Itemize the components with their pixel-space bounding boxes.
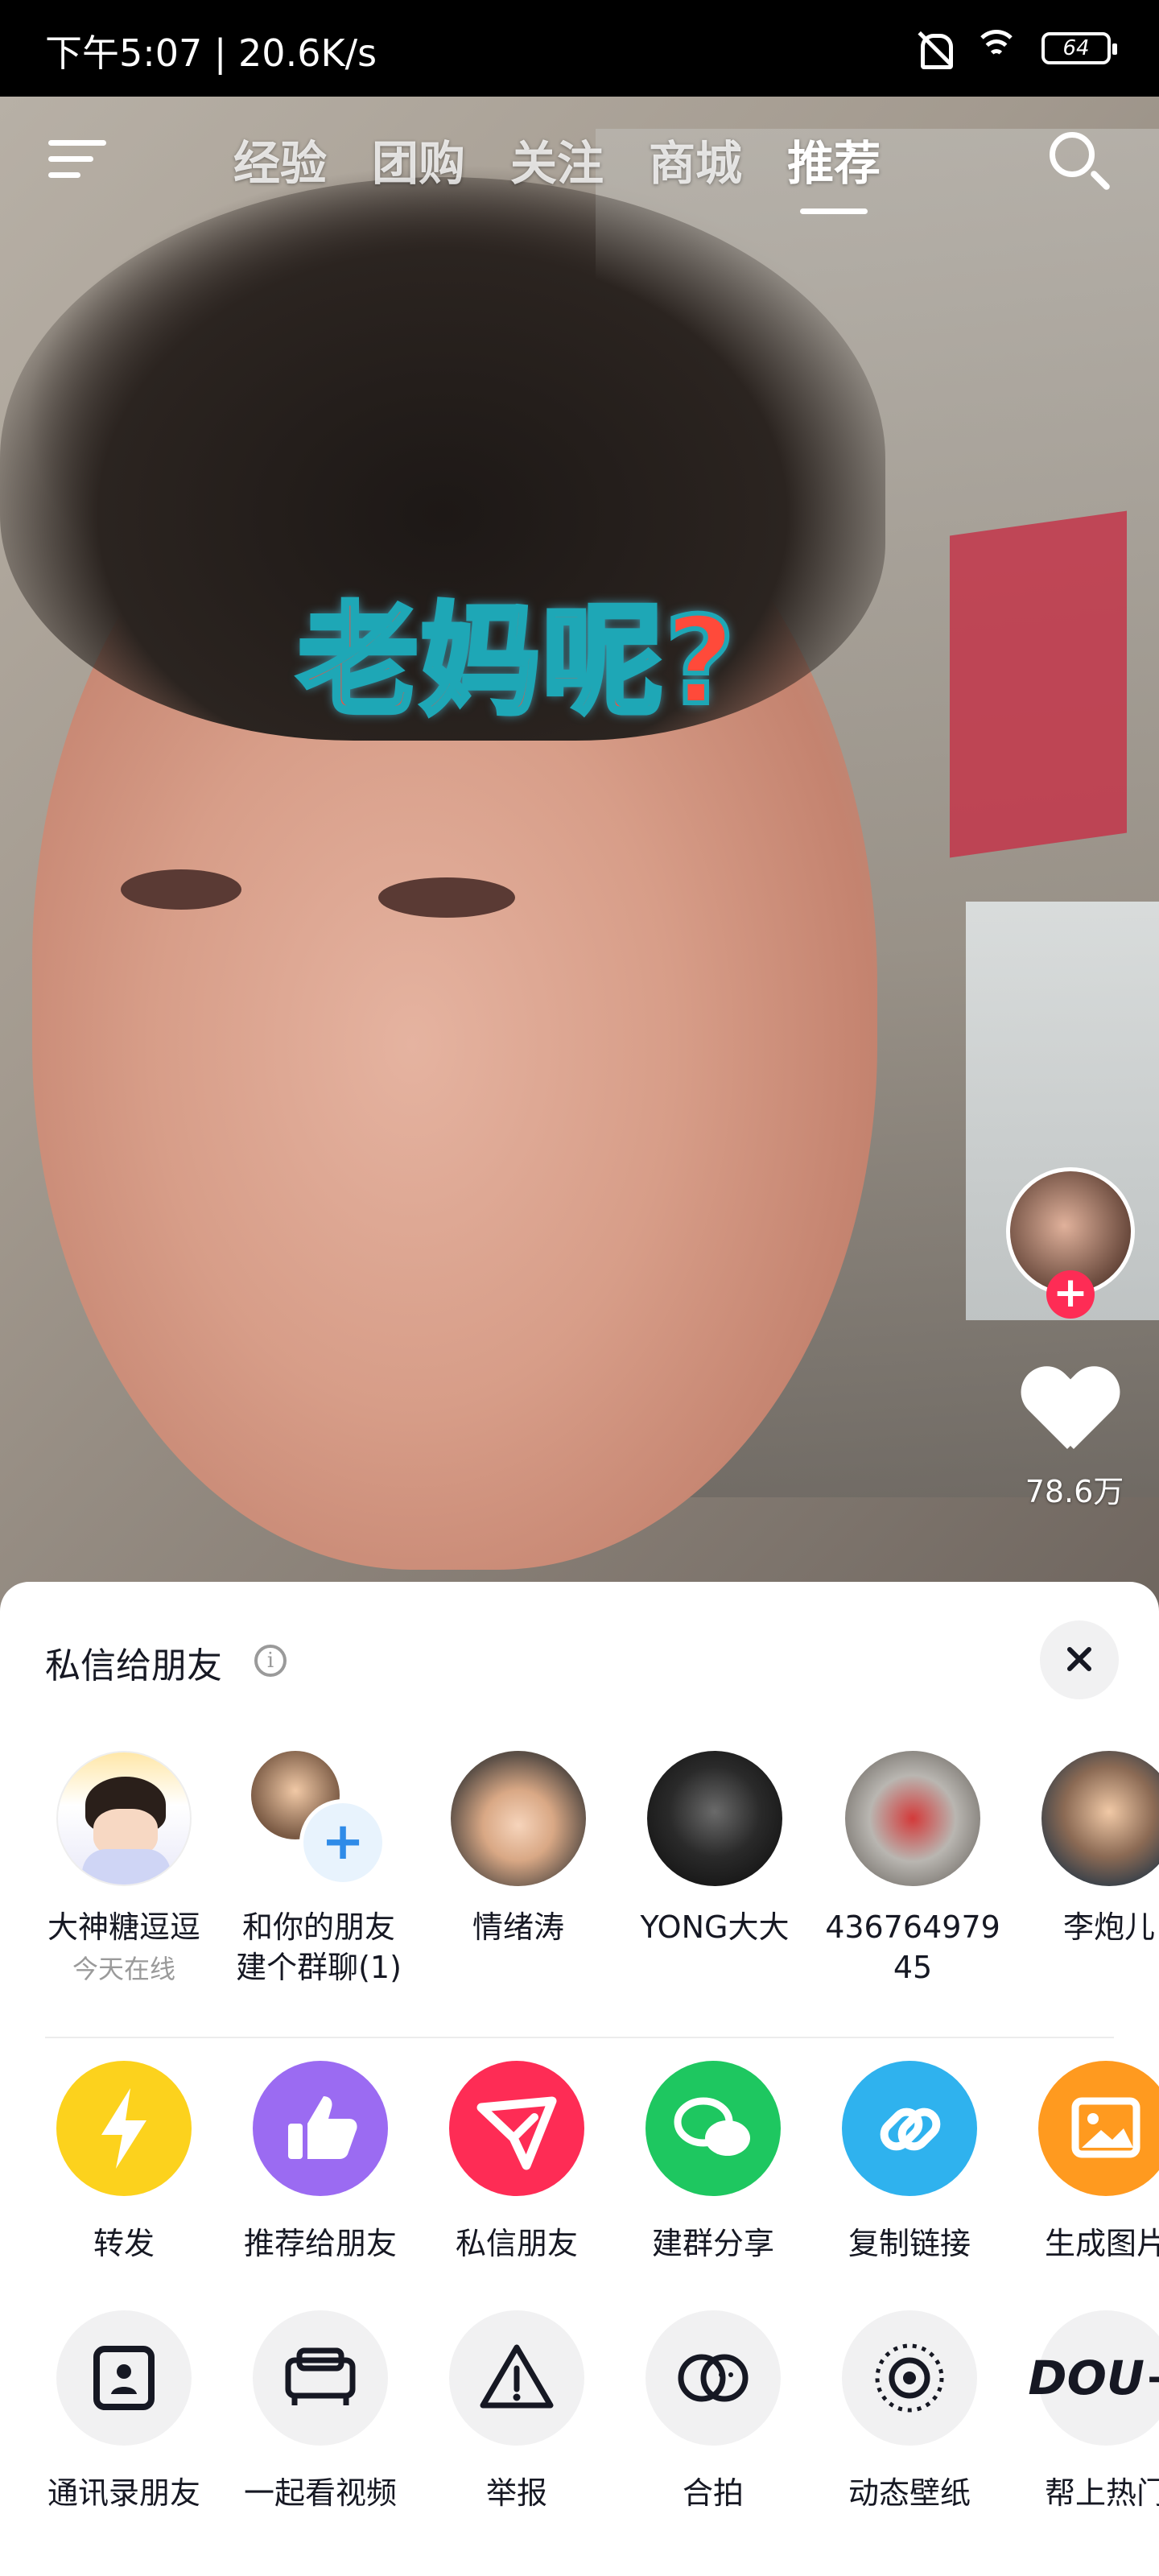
contacts-icon: [56, 2310, 192, 2446]
image-icon: [1038, 2061, 1159, 2196]
warning-icon: [449, 2310, 584, 2446]
sheet-title: 私信给朋友: [45, 1645, 222, 1686]
status-icons: 64: [914, 29, 1117, 69]
share-sheet: 私信给朋友 i 大神糖逗逗 今天在线 + 和你的朋友 建个群聊(1) 情绪涛 Y…: [0, 1582, 1159, 2576]
friend-name: YONG大大: [640, 1909, 790, 1945]
like-heart-icon[interactable]: [1022, 1368, 1119, 1457]
action-copy-link[interactable]: 复制链接: [821, 2061, 998, 2263]
search-icon[interactable]: [1046, 129, 1112, 193]
section-divider: [45, 2037, 1114, 2038]
top-nav: 经验 团购 关注 商城 推荐: [0, 97, 1159, 217]
tab-following[interactable]: 关注: [510, 126, 604, 193]
friend-avatar: [56, 1751, 192, 1886]
action-watch-together[interactable]: 一起看视频: [232, 2310, 409, 2512]
action-live-wallpaper[interactable]: 动态壁纸: [821, 2310, 998, 2512]
menu-icon[interactable]: [48, 135, 109, 184]
action-dou-plus[interactable]: DOU+ 帮上热门: [1017, 2310, 1159, 2512]
close-button[interactable]: [1040, 1620, 1119, 1699]
action-group-share[interactable]: 建群分享: [625, 2061, 802, 2263]
action-contacts-friends[interactable]: 通讯录朋友: [35, 2310, 212, 2512]
friend-item[interactable]: 大神糖逗逗 今天在线: [35, 1751, 212, 1986]
action-label: 转发: [93, 2226, 155, 2261]
friend-item[interactable]: 情绪涛: [430, 1751, 607, 1947]
status-time: 下午5:07 | 20.6K/s: [45, 31, 377, 75]
mute-bell-icon: [914, 29, 953, 69]
status-bar: 下午5:07 | 20.6K/s 64: [0, 0, 1159, 97]
like-count: 78.6万: [1025, 1474, 1124, 1509]
friend-online-status: 今天在线: [72, 1954, 175, 1984]
friend-name: 李炮儿: [1062, 1909, 1155, 1945]
action-label: 通讯录朋友: [47, 2475, 200, 2511]
duet-icon: [645, 2310, 781, 2446]
sofa-icon: [253, 2310, 388, 2446]
friend-item[interactable]: 43676497945: [824, 1751, 1001, 1988]
friend-item[interactable]: 李炮儿: [1021, 1751, 1159, 1947]
friend-avatar: [1041, 1751, 1159, 1886]
thumbs-up-icon: [253, 2061, 388, 2196]
lightning-icon: [56, 2061, 192, 2196]
action-label: 帮上热门: [1044, 2475, 1159, 2511]
friend-item[interactable]: YONG大大: [626, 1751, 803, 1947]
tab-recommended[interactable]: 推荐: [787, 126, 881, 214]
action-forward[interactable]: 转发: [35, 2061, 212, 2263]
dou-plus-icon: DOU+: [1028, 2310, 1159, 2446]
action-label: 合拍: [682, 2475, 744, 2511]
friend-name: 大神糖逗逗: [47, 1909, 200, 1945]
action-label: 复制链接: [848, 2226, 971, 2261]
friend-list: 大神糖逗逗 今天在线 + 和你的朋友 建个群聊(1) 情绪涛 YONG大大 43…: [0, 1751, 1159, 2017]
battery-icon: 64: [1041, 32, 1117, 64]
follow-plus-icon[interactable]: +: [1046, 1270, 1095, 1319]
action-report[interactable]: 举报: [428, 2310, 605, 2512]
video-caption: 老妈呢?: [295, 589, 737, 734]
wifi-icon: [974, 30, 1019, 67]
create-group-item[interactable]: + 和你的朋友 建个群聊(1): [230, 1751, 407, 1988]
friend-avatar: [647, 1751, 782, 1886]
action-duet[interactable]: 合拍: [625, 2310, 802, 2512]
add-group-icon: +: [299, 1799, 386, 1886]
info-icon[interactable]: i: [254, 1645, 287, 1677]
friend-name: 和你的朋友 建个群聊(1): [236, 1909, 402, 1985]
tab-experience[interactable]: 经验: [233, 126, 327, 193]
friend-name: 43676497945: [825, 1909, 1000, 1985]
action-label: 生成图片: [1044, 2226, 1159, 2261]
send-icon: [449, 2061, 584, 2196]
tab-group-buy[interactable]: 团购: [372, 126, 465, 193]
video-eye-left: [121, 869, 241, 910]
action-label: 私信朋友: [455, 2226, 578, 2261]
action-label: 动态壁纸: [848, 2475, 971, 2511]
action-direct-message[interactable]: 私信朋友: [428, 2061, 605, 2263]
battery-level: 64: [1062, 36, 1090, 60]
video-player[interactable]: 老妈呢?: [0, 0, 1159, 1610]
link-icon: [842, 2061, 977, 2196]
action-label: 建群分享: [651, 2226, 774, 2261]
friend-name: 情绪涛: [472, 1909, 564, 1945]
wallpaper-icon: [842, 2310, 977, 2446]
nav-tabs: 经验 团购 关注 商城 推荐: [233, 126, 881, 214]
action-label: 一起看视频: [243, 2475, 397, 2511]
background-flag: [950, 510, 1127, 858]
action-recommend-friend[interactable]: 推荐给朋友: [232, 2061, 409, 2263]
tab-mall[interactable]: 商城: [649, 126, 742, 193]
video-eye-right: [378, 877, 515, 918]
action-label: 举报: [485, 2475, 547, 2511]
friend-avatar: [845, 1751, 980, 1886]
wechat-icon: [645, 2061, 781, 2196]
action-generate-image[interactable]: 生成图片: [1017, 2061, 1159, 2263]
action-label: 推荐给朋友: [243, 2226, 397, 2261]
friend-avatar: [451, 1751, 586, 1886]
